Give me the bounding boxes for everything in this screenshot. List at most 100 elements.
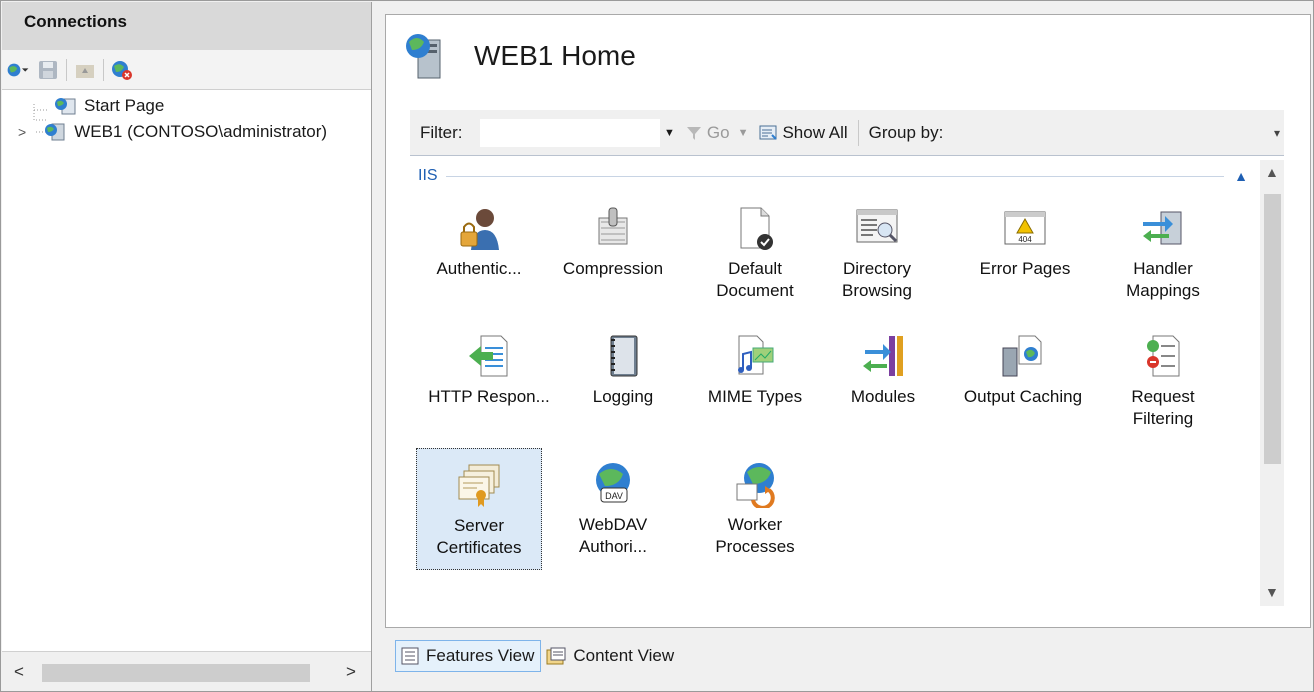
filter-input[interactable]: [480, 118, 660, 147]
directory-browsing-icon: [856, 209, 898, 243]
connections-tree: Start Page > WEB1 (CONTOSO\administrator…: [2, 90, 371, 630]
feature-label: WebDAV Authori...: [578, 515, 648, 556]
feature-modules[interactable]: Modules: [820, 320, 946, 450]
scrollbar-thumb[interactable]: [42, 664, 310, 682]
tree-item-label: WEB1 (CONTOSO\administrator): [74, 122, 328, 141]
feature-error-pages[interactable]: 404 Error Pages: [962, 192, 1088, 322]
feature-directory-browsing[interactable]: Directory Browsing: [814, 192, 940, 322]
go-dropdown-chevron-icon[interactable]: ▼: [738, 127, 749, 139]
group-label: IIS: [418, 167, 438, 184]
feature-label: Authentic...: [436, 259, 522, 278]
feature-label: HTTP Respon...: [428, 387, 550, 406]
feature-http-response-headers[interactable]: HTTP Respon...: [426, 320, 552, 450]
feature-worker-processes[interactable]: Worker Processes: [692, 448, 818, 578]
workspace: WEB1 Home Filter: ▼ Go ▼ Show All Group …: [383, 2, 1313, 691]
connections-pane: Connections Start Page > WEB1 (CONTOSO\a…: [2, 2, 372, 691]
collapse-chevron-icon[interactable]: ▲: [1234, 168, 1248, 184]
feature-default-document[interactable]: Default Document: [692, 192, 818, 322]
feature-label: Compression: [562, 259, 664, 278]
server-icon: [45, 123, 65, 141]
feature-mime-types[interactable]: MIME Types: [692, 320, 818, 450]
compression-icon: [598, 207, 628, 245]
http-response-headers-icon: [469, 335, 508, 377]
scrollbar-thumb[interactable]: [1264, 194, 1281, 464]
show-all-button[interactable]: Show All: [758, 122, 848, 143]
server-certificates-icon: [458, 464, 500, 507]
scroll-up-icon[interactable]: ▲: [1265, 164, 1279, 180]
toolbar-overflow-icon[interactable]: ▾: [1274, 126, 1280, 140]
home-header: WEB1 Home: [386, 15, 1310, 97]
connections-title: Connections: [2, 2, 371, 50]
up-folder-icon[interactable]: [73, 58, 97, 82]
mime-types-icon: [738, 335, 774, 375]
authentication-icon: [460, 209, 499, 250]
webdav-badge-text: DAV: [605, 491, 623, 501]
group-header-iis: IIS ▲: [418, 164, 1248, 188]
iis-manager-window: Connections Start Page > WEB1 (CONTOSO\a…: [0, 0, 1314, 692]
start-page-icon: [55, 98, 76, 115]
feature-server-certificates[interactable]: Server Certificates: [416, 448, 542, 570]
tab-content-view[interactable]: Content View: [541, 640, 680, 672]
feature-logging[interactable]: Logging: [560, 320, 686, 450]
tab-features-view[interactable]: Features View: [395, 640, 542, 672]
disconnect-globe-icon[interactable]: [110, 58, 134, 82]
feature-label: Logging: [592, 387, 654, 406]
feature-output-caching[interactable]: Output Caching: [960, 320, 1086, 450]
go-button[interactable]: Go ▼: [685, 122, 749, 143]
filter-bar: Filter: ▼ Go ▼ Show All Group by: ▾: [410, 110, 1284, 156]
feature-handler-mappings[interactable]: Handler Mappings: [1100, 192, 1226, 322]
feature-label: Worker Processes: [715, 515, 795, 556]
webdav-icon: DAV: [596, 463, 630, 503]
default-document-icon: [740, 207, 773, 250]
feature-authentication[interactable]: Authentic...: [416, 192, 542, 322]
tab-label: Content View: [573, 646, 675, 665]
funnel-icon: [686, 126, 701, 140]
page-title: WEB1 Home: [474, 40, 636, 71]
features-list: IIS ▲ Authentic... Compression Default D…: [410, 160, 1256, 606]
modules-icon: [863, 336, 903, 376]
scroll-left-icon[interactable]: <: [14, 662, 24, 682]
handler-mappings-icon: [1143, 211, 1182, 245]
vertical-scrollbar[interactable]: ▲ ▼: [1260, 160, 1284, 606]
show-all-label: Show All: [782, 122, 848, 142]
feature-compression[interactable]: Compression: [550, 192, 676, 322]
feature-label: MIME Types: [707, 387, 803, 406]
error-pages-icon: 404: [1004, 211, 1046, 245]
scroll-down-icon[interactable]: ▼: [1265, 584, 1279, 600]
show-all-icon: [759, 125, 778, 140]
feature-label: Directory Browsing: [842, 259, 912, 300]
output-caching-icon: [1002, 335, 1042, 377]
group-divider: [445, 175, 1225, 177]
filter-separator: [857, 119, 859, 146]
toolbar-separator: [103, 58, 104, 81]
tree-expand-chevron-icon[interactable]: >: [18, 124, 26, 140]
tab-label: Features View: [426, 646, 535, 665]
logging-icon: [610, 335, 638, 377]
horizontal-scrollbar[interactable]: < >: [2, 651, 371, 691]
view-tabs: Features View Content View: [395, 640, 680, 672]
features-view-icon: [401, 647, 419, 665]
feature-label: Server Certificates: [436, 516, 522, 557]
scroll-right-icon[interactable]: >: [346, 662, 356, 682]
feature-label: Request Filtering: [1131, 387, 1195, 428]
feature-label: Modules: [850, 387, 916, 406]
group-by-label: Group by:: [868, 122, 944, 142]
feature-label: Handler Mappings: [1126, 259, 1200, 300]
feature-label: Output Caching: [963, 387, 1083, 406]
filter-label: Filter:: [420, 122, 463, 142]
feature-webdav-authoring[interactable]: DAV WebDAV Authori...: [550, 448, 676, 578]
filter-dropdown-chevron-icon[interactable]: ▼: [664, 127, 675, 139]
save-icon[interactable]: [36, 58, 60, 82]
connections-toolbar: [2, 50, 371, 90]
feature-label: Default Document: [716, 259, 794, 300]
tree-item-web1[interactable]: > WEB1 (CONTOSO\administrator): [18, 120, 327, 144]
go-label: Go: [706, 122, 730, 142]
feature-label: Error Pages: [979, 259, 1071, 278]
server-globe-icon: [406, 34, 441, 79]
feature-request-filtering[interactable]: Request Filtering: [1100, 320, 1226, 450]
tree-item-label: Start Page: [84, 96, 165, 115]
toolbar-separator: [66, 58, 67, 81]
group-by-dropdown[interactable]: Group by:: [869, 123, 944, 143]
connect-globe-icon[interactable]: [6, 58, 30, 82]
tree-item-start-page[interactable]: Start Page: [54, 94, 164, 118]
